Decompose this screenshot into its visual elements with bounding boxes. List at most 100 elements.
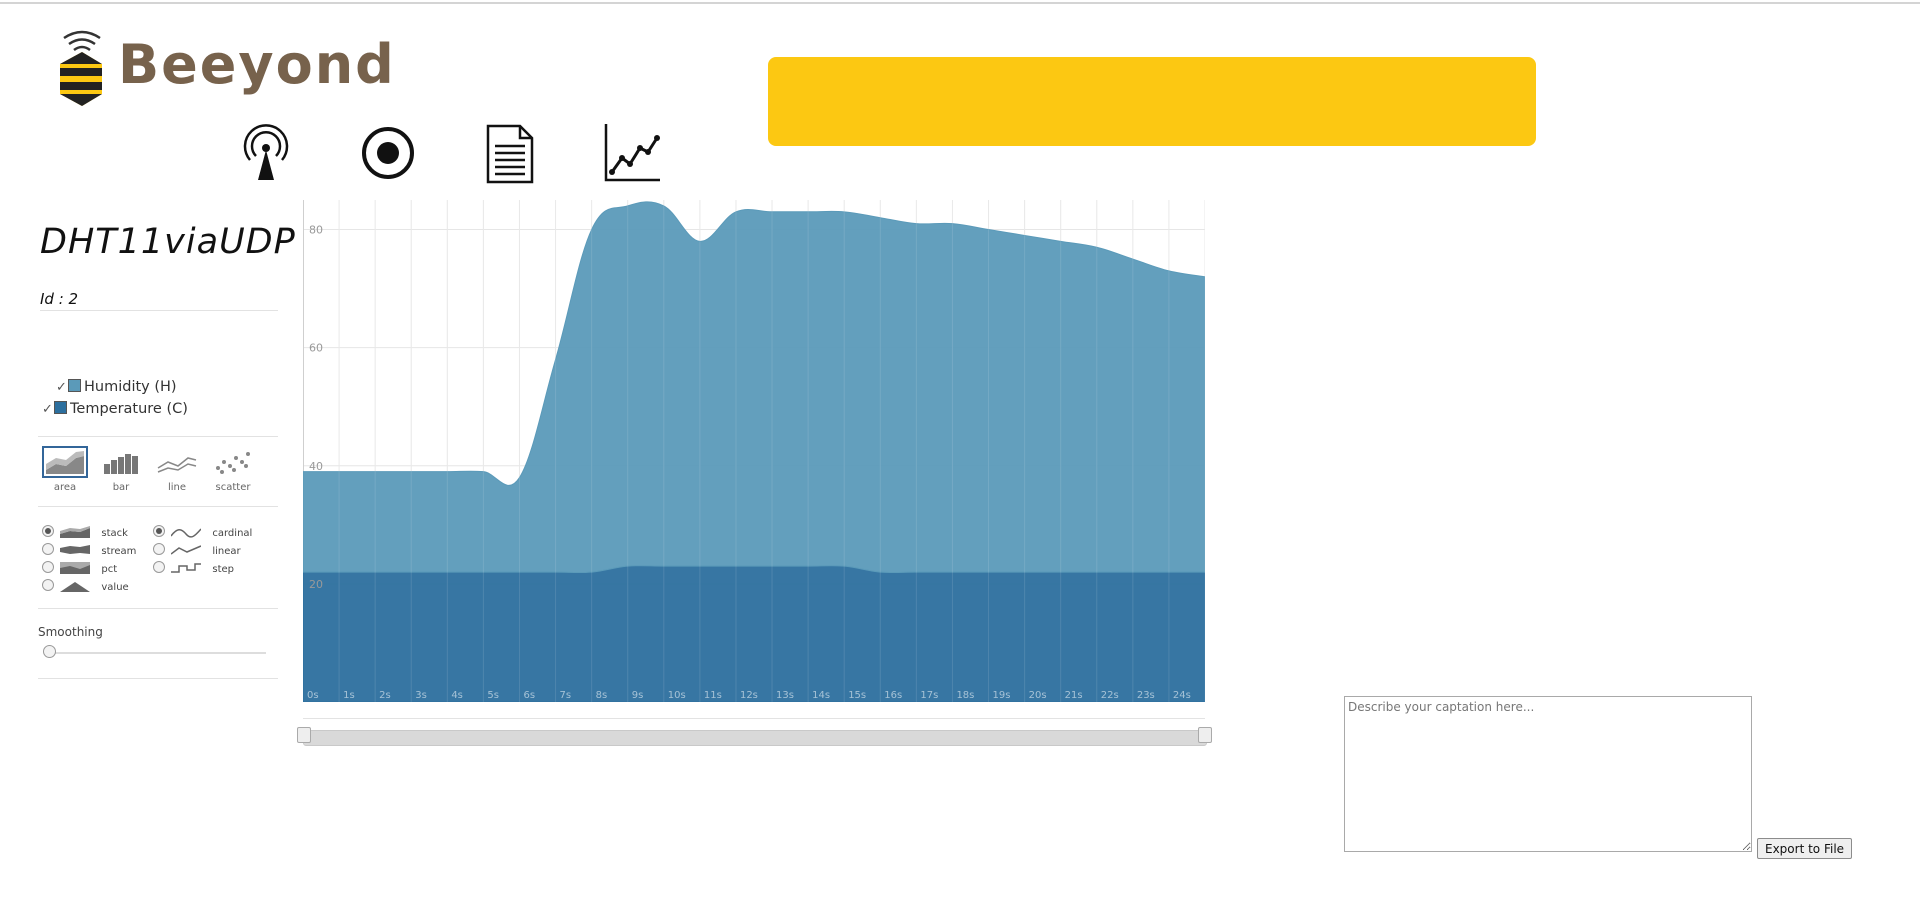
area-icon (42, 446, 88, 478)
interp-linear[interactable]: linear (153, 543, 241, 559)
offset-label: stream (101, 546, 137, 557)
radio-on[interactable] (42, 525, 54, 537)
legend-label: Temperature (C) (70, 401, 188, 417)
linear-icon (170, 545, 202, 555)
renderer-label: bar (112, 482, 130, 493)
y-tick-label: 60 (309, 342, 323, 355)
y-tick-label: 40 (309, 460, 323, 473)
temperature-swatch (54, 401, 67, 414)
x-tick-label: 14s (812, 690, 830, 701)
range-handle-left[interactable] (297, 727, 311, 743)
humidity-swatch (68, 379, 81, 392)
interp-cardinal[interactable]: cardinal (153, 525, 252, 541)
check-icon: ✓ (56, 380, 67, 395)
x-tick-label: 13s (776, 690, 794, 701)
target-icon[interactable] (358, 122, 418, 186)
x-tick-label: 16s (884, 690, 902, 701)
bar-icon (104, 454, 138, 474)
value-icon (60, 582, 91, 592)
x-tick-label: 12s (740, 690, 758, 701)
x-tick-label: 3s (415, 690, 427, 701)
divider (38, 506, 278, 507)
divider (38, 608, 278, 609)
line-icon (157, 457, 197, 473)
bee-icon (60, 30, 102, 106)
x-tick-label: 21s (1065, 690, 1083, 701)
antenna-icon[interactable] (236, 122, 296, 186)
x-tick-label: 15s (848, 690, 866, 701)
chart-legend: ✓ Humidity (H) ✓ Temperature (C) (42, 376, 188, 420)
offset-stack[interactable]: stack (42, 525, 128, 541)
x-tick-label: 24s (1173, 690, 1191, 701)
renderer-label: scatter (215, 482, 251, 493)
x-tick-label: 5s (487, 690, 499, 701)
stack-icon (60, 526, 91, 538)
legend-item-temperature[interactable]: ✓ Temperature (C) (42, 398, 188, 420)
legend-label: Humidity (H) (84, 379, 177, 395)
range-slider[interactable] (303, 730, 1207, 746)
radio-off[interactable] (42, 543, 54, 555)
export-button[interactable]: Export to File (1757, 838, 1853, 859)
interp-label: cardinal (212, 528, 253, 539)
series-area-humidity-h[interactable] (303, 201, 1205, 574)
x-tick-label: 19s (993, 690, 1011, 701)
x-tick-label: 8s (596, 690, 608, 701)
renderer-scatter[interactable]: scatter (208, 448, 258, 493)
x-tick-label: 2s (379, 690, 391, 701)
x-tick-label: 6s (523, 690, 535, 701)
status-banner (768, 57, 1536, 146)
offset-stream[interactable]: stream (42, 543, 136, 559)
offset-pct[interactable]: pct (42, 561, 117, 577)
divider (38, 678, 278, 679)
preview-divider (303, 718, 1205, 719)
x-tick-label: 0s (307, 690, 319, 701)
scatter-icon (216, 452, 250, 474)
document-icon[interactable] (480, 122, 540, 186)
smoothing-handle[interactable] (43, 645, 56, 658)
radio-off[interactable] (153, 561, 165, 573)
x-tick-label: 9s (632, 690, 644, 701)
x-tick-label: 22s (1101, 690, 1119, 701)
renderer-bar[interactable]: bar (96, 448, 146, 493)
range-handle-right[interactable] (1198, 727, 1212, 743)
check-icon: ✓ (42, 402, 53, 417)
interp-step[interactable]: step (153, 561, 234, 577)
renderer-area[interactable]: area (40, 446, 90, 493)
x-tick-label: 20s (1029, 690, 1047, 701)
offset-label: value (101, 582, 129, 593)
device-id: Id : 2 (40, 290, 278, 311)
interp-label: linear (212, 546, 241, 557)
stream-icon (60, 545, 91, 554)
renderer-label: area (53, 482, 77, 493)
pct-icon (60, 562, 91, 574)
radio-off[interactable] (153, 543, 165, 555)
renderer-label: line (167, 482, 187, 493)
offset-label: stack (101, 528, 128, 539)
cardinal-icon (170, 528, 202, 538)
area-chart[interactable]: 20 40 60 80 0s 1s 2s 3s 4s 5s 6s 7s 8s 9s 10s 11s 12s 13s… (303, 200, 1205, 702)
radio-off[interactable] (42, 579, 54, 591)
smoothing-label: Smoothing (38, 625, 103, 639)
caption-textarea[interactable] (1344, 696, 1752, 852)
radio-off[interactable] (42, 561, 54, 573)
series-area-temperature-c[interactable] (303, 565, 1205, 702)
x-tick-label: 7s (560, 690, 572, 701)
offset-value[interactable]: value (42, 579, 129, 595)
step-icon (171, 563, 202, 573)
renderer-line[interactable]: line (152, 448, 202, 493)
legend-item-humidity[interactable]: ✓ Humidity (H) (56, 376, 188, 398)
radio-on[interactable] (153, 525, 165, 537)
y-tick-label: 20 (309, 578, 323, 591)
x-tick-label: 23s (1137, 690, 1155, 701)
top-divider (0, 2, 1920, 4)
smoothing-track[interactable] (44, 652, 266, 654)
logo-text: Beeyond (118, 33, 396, 96)
interp-label: step (212, 564, 235, 575)
device-title: DHT11viaUDP (40, 222, 296, 262)
divider (38, 436, 278, 437)
x-tick-label: 18s (956, 690, 974, 701)
x-tick-label: 11s (704, 690, 722, 701)
line-chart-icon[interactable] (602, 122, 662, 186)
offset-label: pct (101, 564, 118, 575)
x-tick-label: 10s (668, 690, 686, 701)
